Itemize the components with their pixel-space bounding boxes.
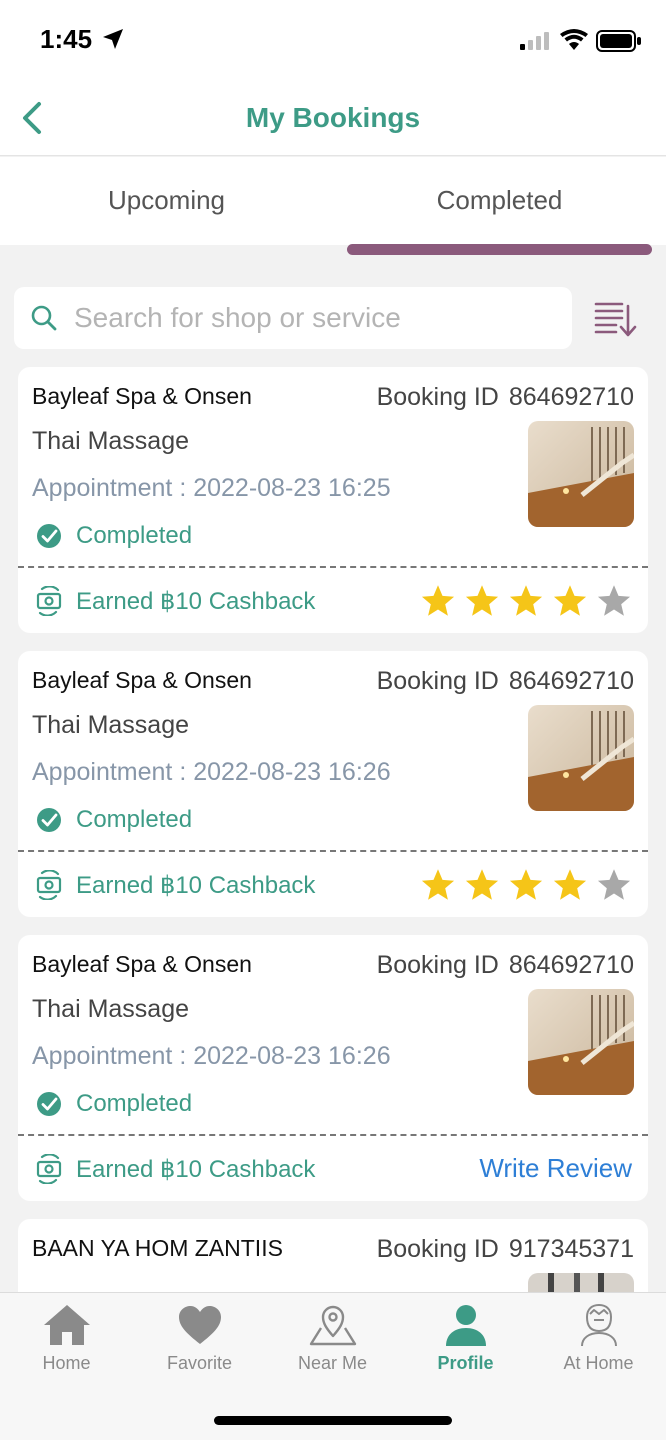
status-bar: 1:45 (0, 0, 666, 80)
tabbar-item-home[interactable]: Home (0, 1303, 133, 1374)
search-icon (31, 305, 57, 331)
battery-icon (596, 30, 641, 52)
tabbar-label: Profile (437, 1353, 494, 1373)
page-title: My Bookings (245, 102, 421, 133)
star-filled-icon (509, 869, 543, 900)
map-pin-icon (309, 1305, 356, 1346)
heart-icon (178, 1306, 221, 1344)
booking-id-value: 864692710 (508, 667, 634, 695)
booking-id-label: Booking ID (376, 383, 499, 411)
person-icon (445, 1305, 486, 1346)
tabbar-item-at-home[interactable]: At Home (532, 1303, 665, 1374)
star-empty-icon (597, 585, 631, 616)
booking-card[interactable]: Bayleaf Spa & Onsen Booking ID 864692710 … (18, 651, 648, 917)
shop-name: Bayleaf Spa & Onsen (32, 951, 252, 977)
tab-upcoming[interactable]: Upcoming (0, 185, 333, 216)
booking-id-label: Booking ID (376, 951, 499, 979)
star-filled-icon (421, 869, 455, 900)
status-text: Completed (76, 1090, 193, 1117)
appointment-time: Appointment : 2022-08-23 16:26 (32, 1042, 391, 1070)
booking-id: Booking ID 864692710 (377, 951, 634, 980)
tabbar-label: Favorite (166, 1353, 233, 1373)
cashback-info: Earned ฿10 Cashback (34, 869, 315, 901)
shop-thumbnail (528, 421, 634, 527)
booking-card[interactable]: Bayleaf Spa & Onsen Booking ID 864692710 … (18, 935, 648, 1201)
star-filled-icon (553, 869, 587, 900)
booking-status: Completed (36, 521, 192, 551)
booking-card[interactable]: Bayleaf Spa & Onsen Booking ID 864692710 … (18, 367, 648, 633)
location-arrow-icon (103, 29, 123, 49)
tabbar-item-favorite[interactable]: Favorite (133, 1303, 266, 1374)
shop-name: Bayleaf Spa & Onsen (32, 383, 252, 409)
home-icon (43, 1305, 90, 1345)
cashback-text: Earned ฿10 Cashback (76, 1155, 316, 1183)
card-divider (18, 850, 648, 852)
booking-id-value: 864692710 (508, 383, 634, 411)
cashback-text: Earned ฿10 Cashback (76, 587, 316, 615)
status-text: Completed (76, 806, 193, 833)
booking-id: Booking ID 917345371 (377, 1235, 634, 1264)
search-input[interactable] (74, 297, 554, 339)
star-empty-icon (597, 869, 631, 900)
massage-person-icon (580, 1304, 617, 1347)
booking-status: Completed (36, 805, 192, 835)
status-time: 1:45 (40, 24, 93, 54)
tabbar-item-profile[interactable]: Profile (399, 1303, 532, 1374)
booking-card[interactable]: BAAN YA HOM ZANTIIS Booking ID 917345371 (18, 1219, 648, 1299)
shop-thumbnail (528, 989, 634, 1095)
star-filled-icon (421, 585, 455, 616)
card-divider (18, 566, 648, 568)
check-badge-icon (37, 808, 61, 832)
star-filled-icon (465, 585, 499, 616)
check-badge-icon (37, 524, 61, 548)
shop-name: BAAN YA HOM ZANTIIS (32, 1235, 283, 1261)
booking-tabs: Upcoming Completed (0, 157, 666, 245)
shop-name: Bayleaf Spa & Onsen (32, 667, 252, 693)
search-bar (14, 287, 572, 349)
tabbar-label: Near Me (297, 1353, 368, 1373)
status-text: Completed (76, 522, 193, 549)
active-tab-indicator (347, 244, 652, 255)
booking-id: Booking ID 864692710 (377, 383, 634, 412)
booking-id-label: Booking ID (376, 667, 499, 695)
star-filled-icon (509, 585, 543, 616)
appointment-time: Appointment : 2022-08-23 16:25 (32, 474, 391, 502)
wifi-icon (560, 29, 588, 50)
cashback-info: Earned ฿10 Cashback (34, 585, 315, 617)
tab-completed[interactable]: Completed (333, 185, 666, 216)
booking-status: Completed (36, 1089, 192, 1119)
sort-list-icon[interactable] (592, 298, 638, 340)
rating-stars (420, 867, 632, 903)
cashback-icon (36, 586, 62, 616)
card-divider (18, 1134, 648, 1136)
top-nav-bar: My Bookings (0, 80, 666, 156)
service-name: Thai Massage (32, 427, 190, 455)
tabbar-item-near-me[interactable]: Near Me (266, 1303, 399, 1374)
service-name: Thai Massage (32, 995, 190, 1023)
star-filled-icon (553, 585, 587, 616)
star-filled-icon (465, 869, 499, 900)
cashback-text: Earned ฿10 Cashback (76, 871, 316, 899)
home-indicator (214, 1416, 452, 1425)
appointment-time: Appointment : 2022-08-23 16:26 (32, 758, 391, 786)
cashback-icon (36, 870, 62, 900)
rating-stars (420, 583, 632, 619)
write-review-link[interactable]: Write Review (479, 1153, 632, 1184)
check-badge-icon (37, 1092, 61, 1116)
booking-id: Booking ID 864692710 (377, 667, 634, 696)
cellular-signal-icon (520, 32, 549, 50)
cashback-info: Earned ฿10 Cashback (34, 1153, 315, 1185)
service-name: Thai Massage (32, 711, 190, 739)
tabbar-label: Home (42, 1353, 91, 1373)
booking-id-value: 917345371 (508, 1235, 634, 1263)
booking-id-value: 864692710 (508, 951, 634, 979)
cashback-icon (36, 1154, 62, 1184)
shop-thumbnail (528, 705, 634, 811)
tabbar-label: At Home (563, 1353, 634, 1373)
booking-id-label: Booking ID (376, 1235, 499, 1263)
